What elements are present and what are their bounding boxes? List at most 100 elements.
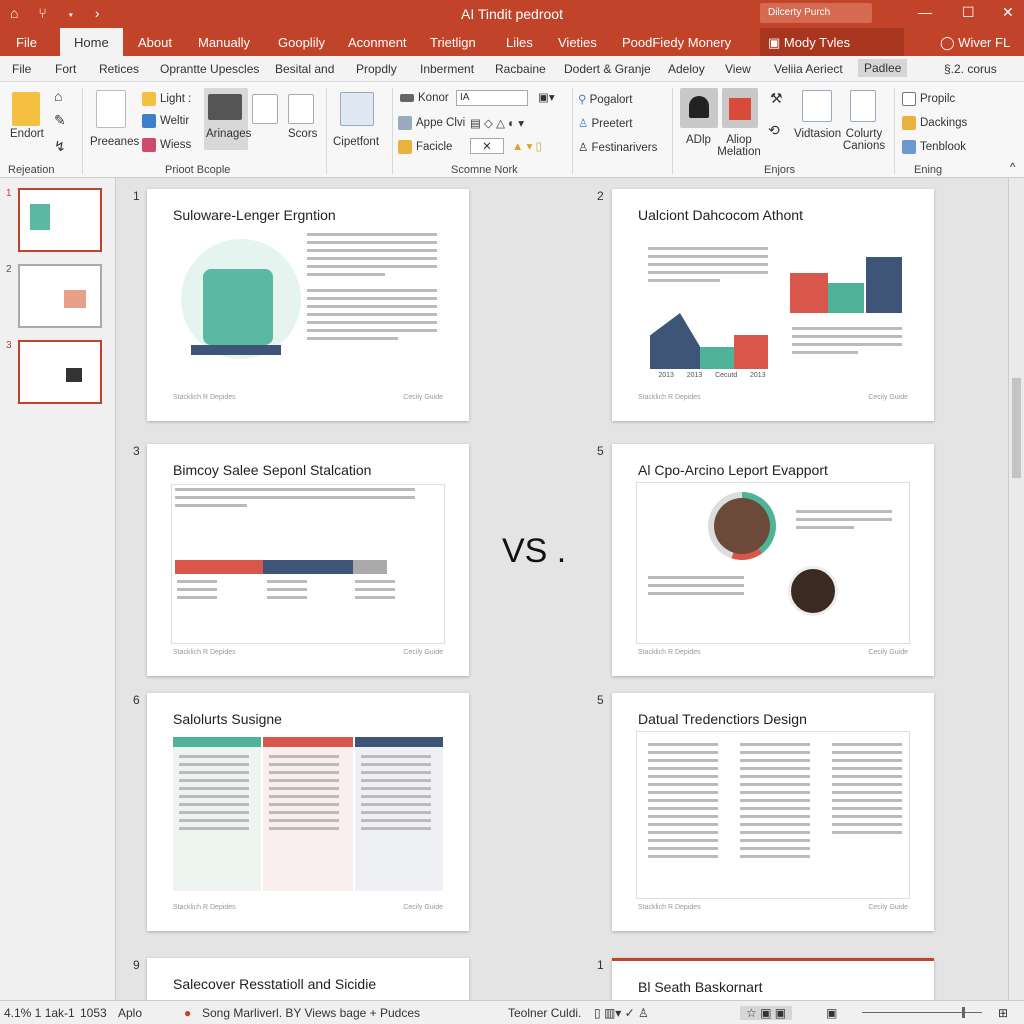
pogalort-button[interactable]: ⚲ Pogalort xyxy=(578,92,632,106)
tab-poodfiedy[interactable]: PoodFiedy Monery xyxy=(622,35,731,50)
slide-title: Ualciont Dahcocom Athont xyxy=(638,207,803,223)
cmd-inberment[interactable]: Inberment xyxy=(420,62,474,76)
tab-vieties[interactable]: Vieties xyxy=(558,35,597,50)
slide-4[interactable]: Al Cpo-Arcino Leport Evapport Stacklich … xyxy=(612,444,934,676)
slide-1[interactable]: Suloware-Lenger Ergntion Stacklich R Dep… xyxy=(147,189,469,421)
tab-trietlign[interactable]: Trietlign xyxy=(430,35,476,50)
tools-icons[interactable]: ▤ ◇ △ ◐ ▾ xyxy=(470,116,524,130)
cmd-racbaine[interactable]: Racbaine xyxy=(495,62,546,76)
chart-bar xyxy=(790,273,828,313)
cmd-oprantte[interactable]: Oprantte Upescles xyxy=(160,62,259,76)
slide-position: 4.1% 1 1ak-1 xyxy=(4,1006,75,1020)
group-label: Scomne Nork xyxy=(451,164,518,176)
tab-mody-tvles[interactable]: ▣ Mody Tvles xyxy=(760,28,904,56)
cmd-padlee[interactable]: Padlee xyxy=(858,59,908,77)
weltir-button[interactable]: Weltir xyxy=(142,114,189,128)
format-painter-icon[interactable]: ↯ xyxy=(54,138,66,155)
slide-3[interactable]: Bimcoy Salee Seponl Stalcation Stacklich… xyxy=(147,444,469,676)
appe-button[interactable]: Appe Clvi xyxy=(398,116,465,130)
slide-thumbnail[interactable] xyxy=(18,340,102,404)
cmd-adeloy[interactable]: Adeloy xyxy=(668,62,705,76)
cmd-retices[interactable]: Retices xyxy=(99,62,139,76)
tab-liles[interactable]: Liles xyxy=(506,35,533,50)
aliop-button[interactable]: Aliop Melation xyxy=(716,134,762,158)
notes-button[interactable]: Teolner Culdi. xyxy=(508,1006,581,1020)
dackings-button[interactable]: Dackings xyxy=(902,116,967,130)
presentes-button[interactable]: Preeanes xyxy=(90,136,139,148)
tab-file[interactable]: File xyxy=(16,35,37,50)
tab-about[interactable]: About xyxy=(138,35,172,50)
adlp-button[interactable]: ADlp xyxy=(686,134,711,146)
divider xyxy=(894,88,895,174)
cmd-view[interactable]: View xyxy=(725,62,751,76)
view-icons[interactable]: ▯ ▥▾ ✓ ♙ xyxy=(594,1006,649,1020)
endort-button[interactable]: Endort xyxy=(10,128,44,140)
search-input[interactable]: Dilcerty Purch xyxy=(760,3,872,23)
group-label: Enjors xyxy=(764,164,796,176)
home-icon[interactable]: ⌂ xyxy=(54,88,62,104)
fit-to-window-icon[interactable]: ⊞ xyxy=(998,1006,1008,1020)
status-info[interactable]: Song Marliverl. BY Views bage + Pudces xyxy=(202,1006,420,1020)
zoom-slider-thumb[interactable] xyxy=(962,1007,965,1018)
clear-icon[interactable]: ✕ xyxy=(470,138,504,154)
cmd-dodert[interactable]: Dodert & Granje xyxy=(564,62,651,76)
tool-icon[interactable]: ⚒ xyxy=(770,90,783,107)
tab-home[interactable]: Home xyxy=(60,28,123,56)
cmd-file[interactable]: File xyxy=(12,62,31,76)
color-icon[interactable]: ▣▾ xyxy=(538,90,555,104)
wiess-button[interactable]: Wiess xyxy=(142,138,191,152)
eraser-icon[interactable]: ✎ xyxy=(54,112,66,129)
image-icon xyxy=(398,116,412,130)
tab-aconment[interactable]: Aconment xyxy=(348,35,407,50)
scors-button[interactable]: Scors xyxy=(288,128,317,140)
swap-icon[interactable]: ⟲ xyxy=(768,122,780,139)
slide-6[interactable]: Datual Tredenctiors Design Stacklich R D… xyxy=(612,693,934,931)
propilc-button[interactable]: Propilc xyxy=(902,92,955,106)
maximize-button[interactable]: ☐ xyxy=(962,4,975,21)
cmd-veliia[interactable]: Veliia Aeriect xyxy=(774,62,843,76)
view-buttons[interactable]: ☆ ▣ ▣ xyxy=(740,1006,793,1020)
triangle-icon[interactable] xyxy=(288,94,314,124)
warning-icon[interactable]: ▲ ▾ ▯ xyxy=(512,139,542,153)
festinarivers-button[interactable]: ♙ Festinarivers xyxy=(578,140,657,154)
tenblook-button[interactable]: Tenblook xyxy=(902,140,966,154)
cipetfont-button[interactable]: Cipetfont xyxy=(333,136,379,148)
scrollbar-thumb[interactable] xyxy=(1012,378,1021,478)
animation-icon xyxy=(722,88,758,128)
vidtasion-button[interactable]: Vidtasion xyxy=(794,128,841,140)
folder-icon xyxy=(902,116,916,130)
text-icon xyxy=(142,138,156,152)
cmd-besital[interactable]: Besital and xyxy=(275,62,334,76)
slide-thumbnail[interactable] xyxy=(18,264,102,328)
slide-thumbnail[interactable] xyxy=(18,188,102,252)
minimize-button[interactable]: — xyxy=(918,4,932,20)
slide-2[interactable]: Ualciont Dahcocom Athont 2013 2013 Cecutd 2… xyxy=(612,189,934,421)
slideshow-icon[interactable]: ▣ xyxy=(826,1006,837,1020)
light-button[interactable]: Light : xyxy=(142,92,191,106)
vertical-scrollbar[interactable] xyxy=(1008,178,1024,1000)
slide-footer: Cecily Guide xyxy=(868,904,908,911)
accessibility-icon[interactable]: ● xyxy=(184,1006,191,1020)
tab-gooplily[interactable]: Gooplily xyxy=(278,35,325,50)
colurty-button[interactable]: Colurty Canions xyxy=(842,128,886,152)
layout-icon xyxy=(96,90,126,128)
tab-account[interactable]: ◯ Wiver FL xyxy=(940,35,1010,51)
timeline-bar xyxy=(175,560,263,574)
slide-5[interactable]: Salolurts Susigne Stacklich R Depides Ce… xyxy=(147,693,469,931)
cmd-propdly[interactable]: Propdly xyxy=(356,62,397,76)
align-icon[interactable] xyxy=(252,94,278,124)
font-select[interactable]: IA xyxy=(456,90,528,106)
slide-title: Bimcoy Salee Seponl Stalcation xyxy=(173,462,372,478)
arinages-button[interactable]: Arinages xyxy=(206,128,251,140)
cmd-corus[interactable]: §.2. corus xyxy=(944,62,997,76)
konor-button[interactable]: Konor xyxy=(400,92,449,104)
monitor-illustration xyxy=(203,269,273,345)
close-button[interactable]: ✕ xyxy=(1002,4,1014,21)
preetert-button[interactable]: ♙ Preetert xyxy=(578,116,632,130)
zoom-slider[interactable] xyxy=(862,1007,982,1018)
collapse-ribbon-icon[interactable]: ^ xyxy=(1010,162,1015,174)
cmd-fort[interactable]: Fort xyxy=(55,62,76,76)
title-bar: ⌂ ⑂ ▾ › AI Tindit pedroot Dilcerty Purch… xyxy=(0,0,1024,28)
tab-manually[interactable]: Manually xyxy=(198,35,250,50)
facicle-button[interactable]: Facicle xyxy=(398,140,452,154)
